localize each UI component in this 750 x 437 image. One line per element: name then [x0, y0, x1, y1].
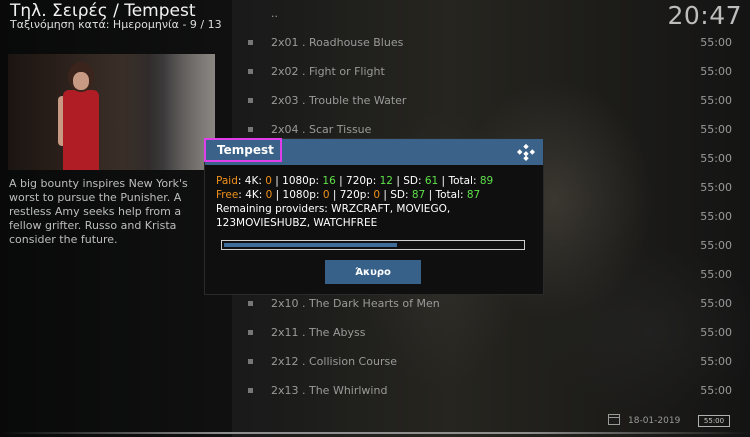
thumbnail-figure-body — [63, 90, 99, 170]
footer-runtime-badge: 55:00 — [698, 415, 730, 427]
episode-runtime: 55:00 — [700, 297, 732, 310]
episode-title: .. — [271, 7, 278, 20]
dialog-title: Tempest — [217, 143, 274, 157]
episode-runtime: 55:00 — [700, 326, 732, 339]
episode-runtime: 55:00 — [700, 268, 732, 281]
dialog-header: Tempest — [204, 138, 543, 165]
episode-row[interactable]: 2x13 . The Whirlwind 55:00 — [240, 377, 740, 406]
cancel-button[interactable]: Άκυρο — [325, 260, 421, 284]
episode-title: 2x13 . The Whirlwind — [271, 384, 388, 397]
sort-info: Ταξινόμηση κατά: Ημερομηνία - 9 / 13 — [10, 18, 222, 31]
sort-label: Ταξινόμηση κατά: Ημερομηνία — [10, 18, 179, 31]
paid-label: Paid — [216, 175, 238, 187]
episode-row[interactable]: 2x02 . Fight or Flight 55:00 — [240, 58, 740, 87]
free-line: Free: 4K: 0 | 1080p: 0 | 720p: 0 | SD: 8… — [216, 189, 481, 201]
episode-title: 2x12 . Collision Course — [271, 355, 397, 368]
paid-sd-count: 61 — [424, 175, 439, 187]
episode-row[interactable]: .. — [240, 0, 740, 29]
thumbnail-figure-face — [73, 72, 89, 90]
free-4k-count: 0 — [265, 189, 273, 201]
episode-runtime: 55:00 — [700, 384, 732, 397]
footer-divider — [0, 432, 750, 434]
footer-date: 18-01-2019 — [628, 416, 681, 426]
paid-4k-count: 0 — [265, 175, 272, 187]
episode-runtime: 55:00 — [700, 94, 732, 107]
free-total-count: 87 — [466, 189, 481, 201]
paid-total-count: 89 — [479, 175, 494, 187]
paid-1080p-count: 16 — [322, 175, 336, 187]
free-720p-count: 0 — [373, 189, 381, 201]
kodi-icon — [517, 143, 535, 161]
episode-row[interactable]: 2x03 . Trouble the Water 55:00 — [240, 87, 740, 116]
episode-runtime: 55:00 — [700, 36, 732, 49]
progress-dialog: Tempest Paid: 4K: 0 | 1080p: 16 | 720p: … — [204, 138, 544, 295]
paid-line: Paid: 4K: 0 | 1080p: 16 | 720p: 12 | SD:… — [216, 175, 494, 187]
episode-runtime: 55:00 — [700, 65, 732, 78]
watched-bullet-icon — [248, 330, 253, 335]
episode-title: 2x10 . The Dark Hearts of Men — [271, 297, 440, 310]
episode-runtime: 55:00 — [700, 152, 732, 165]
free-1080p-count: 0 — [322, 189, 330, 201]
episode-title: 2x04 . Scar Tissue — [271, 123, 372, 136]
watched-bullet-icon — [248, 388, 253, 393]
episode-title: 2x02 . Fight or Flight — [271, 65, 385, 78]
watched-bullet-icon — [248, 40, 253, 45]
watched-bullet-icon — [248, 98, 253, 103]
episode-title: 2x01 . Roadhouse Blues — [271, 36, 404, 49]
watched-bullet-icon — [248, 359, 253, 364]
remaining-providers: Remaining providers: WRZCRAFT, MOVIEGO, … — [216, 203, 451, 229]
episode-runtime: 55:00 — [700, 210, 732, 223]
sort-separator: - — [182, 18, 190, 31]
watched-bullet-icon — [248, 301, 253, 306]
episode-runtime: 55:00 — [700, 181, 732, 194]
episode-row[interactable]: 2x12 . Collision Course 55:00 — [240, 348, 740, 377]
list-position: 9 / 13 — [189, 18, 222, 31]
dialog-body: Paid: 4K: 0 | 1080p: 16 | 720p: 12 | SD:… — [216, 174, 536, 230]
watched-bullet-icon — [248, 69, 253, 74]
episode-thumbnail — [8, 54, 215, 170]
episode-plot: A big bounty inspires New York's worst t… — [9, 177, 188, 246]
watched-bullet-icon — [248, 127, 253, 132]
episode-row[interactable]: 2x11 . The Abyss 55:00 — [240, 319, 740, 348]
episode-title: 2x11 . The Abyss — [271, 326, 366, 339]
progress-fill — [224, 243, 397, 247]
free-label: Free — [216, 189, 239, 201]
progress-bar — [221, 240, 525, 250]
episode-runtime: 55:00 — [700, 355, 732, 368]
paid-720p-count: 12 — [379, 175, 393, 187]
calendar-icon — [608, 414, 620, 425]
episode-title: 2x03 . Trouble the Water — [271, 94, 407, 107]
free-sd-count: 87 — [411, 189, 426, 201]
episode-runtime: 55:00 — [700, 239, 732, 252]
episode-runtime: 55:00 — [700, 123, 732, 136]
episode-row[interactable]: 2x01 . Roadhouse Blues 55:00 — [240, 29, 740, 58]
